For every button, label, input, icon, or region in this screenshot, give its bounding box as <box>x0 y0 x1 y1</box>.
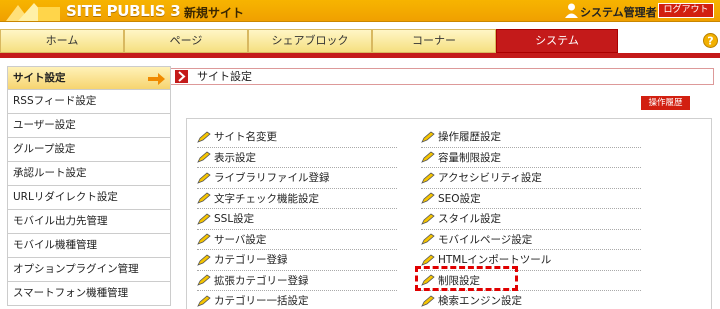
link-extended-category[interactable]: 拡張カテゴリー登録 <box>197 271 397 291</box>
link-label: 拡張カテゴリー登録 <box>214 274 309 287</box>
link-label: 表示設定 <box>214 151 256 164</box>
sidebar-item-label: サイト設定 <box>13 72 66 84</box>
settings-links-left: サイト名変更 表示設定 ライブラリファイル登録 文字チェック機能設定 SSL設定… <box>197 127 397 309</box>
breadcrumb-label: サイト設定 <box>197 70 252 83</box>
link-ssl[interactable]: SSL設定 <box>197 209 397 230</box>
pencil-icon <box>197 254 211 266</box>
arrow-right-icon <box>148 73 165 85</box>
sidebar-item-approval-route[interactable]: 承認ルート設定 <box>7 162 171 186</box>
pencil-icon <box>421 192 435 205</box>
sidebar-item-rss[interactable]: RSSフィード設定 <box>7 90 171 114</box>
pencil-icon <box>421 295 435 307</box>
user-icon <box>565 3 578 18</box>
pencil-icon <box>197 295 211 307</box>
pencil-icon <box>421 131 435 143</box>
link-display-settings[interactable]: 表示設定 <box>197 148 397 168</box>
sidebar-item-users[interactable]: ユーザー設定 <box>7 114 171 138</box>
operation-history-button[interactable]: 操作履歴 <box>641 96 690 110</box>
link-library-file[interactable]: ライブラリファイル登録 <box>197 168 397 189</box>
logo-text: SITE PUBLIS 3 <box>66 2 181 20</box>
pencil-icon <box>197 233 211 246</box>
link-label: カテゴリー登録 <box>214 254 288 267</box>
sidebar-item-groups[interactable]: グループ設定 <box>7 138 171 162</box>
tab-page[interactable]: ページ <box>124 29 248 53</box>
main-nav: ホーム ページ シェアブロック コーナー システム <box>0 29 720 54</box>
link-label: 容量制限設定 <box>438 151 501 164</box>
sidebar-item-smartphone-models[interactable]: スマートフォン機種管理 <box>7 282 171 306</box>
nav-divider <box>0 53 720 58</box>
sidebar-item-site-settings[interactable]: サイト設定 <box>7 66 171 90</box>
link-label: SEO設定 <box>438 192 481 205</box>
pencil-icon <box>421 172 435 184</box>
pencil-icon <box>197 192 211 205</box>
sidebar: サイト設定 RSSフィード設定 ユーザー設定 グループ設定 承認ルート設定 UR… <box>7 66 171 306</box>
pencil-icon <box>421 213 435 225</box>
sidebar-item-mobile-models[interactable]: モバイル機種管理 <box>7 234 171 258</box>
link-label: HTMLインポートツール <box>438 254 552 267</box>
link-label: サーバ設定 <box>214 233 267 246</box>
site-name: 新規サイト <box>184 6 245 20</box>
link-label: スタイル設定 <box>438 213 501 226</box>
link-seo[interactable]: SEO設定 <box>421 189 641 209</box>
app-header: SITE PUBLIS 3 新規サイト システム管理者 ログアウト <box>0 0 720 22</box>
link-category-register[interactable]: カテゴリー登録 <box>197 250 397 271</box>
pencil-icon <box>197 151 211 164</box>
help-icon[interactable]: ? <box>703 33 718 48</box>
logout-button[interactable]: ログアウト <box>658 3 714 18</box>
sidebar-item-mobile-output[interactable]: モバイル出力先管理 <box>7 210 171 234</box>
link-category-bulk[interactable]: カテゴリー一括設定 <box>197 291 397 309</box>
link-label: 文字チェック機能設定 <box>214 192 319 205</box>
link-label: 操作履歴設定 <box>438 131 501 144</box>
tab-corner[interactable]: コーナー <box>372 29 496 53</box>
link-style[interactable]: スタイル設定 <box>421 209 641 230</box>
link-label: 検索エンジン設定 <box>438 295 522 308</box>
pencil-icon <box>197 274 211 287</box>
sidebar-item-option-plugins[interactable]: オプションプラグイン管理 <box>7 258 171 282</box>
link-mobile-page[interactable]: モバイルページ設定 <box>421 230 641 250</box>
svg-text:?: ? <box>707 35 713 48</box>
pencil-icon <box>421 151 435 164</box>
pencil-icon <box>197 131 211 143</box>
pencil-icon <box>197 172 211 184</box>
link-text-check[interactable]: 文字チェック機能設定 <box>197 189 397 209</box>
tab-share-block[interactable]: シェアブロック <box>248 29 372 53</box>
user-name: システム管理者 <box>580 6 657 19</box>
chevron-right-icon <box>175 70 188 83</box>
link-operation-history-settings[interactable]: 操作履歴設定 <box>421 127 641 148</box>
link-label: ライブラリファイル登録 <box>214 172 330 185</box>
link-site-name-change[interactable]: サイト名変更 <box>197 127 397 148</box>
tab-home[interactable]: ホーム <box>0 29 124 53</box>
pencil-icon <box>421 254 435 266</box>
link-search-engine[interactable]: 検索エンジン設定 <box>421 291 641 309</box>
pencil-icon <box>421 233 435 246</box>
link-label: サイト名変更 <box>214 131 277 144</box>
sidebar-item-url-redirect[interactable]: URLリダイレクト設定 <box>7 186 171 210</box>
logo-icon <box>6 3 60 21</box>
link-label: カテゴリー一括設定 <box>214 295 309 308</box>
tab-system[interactable]: システム <box>496 29 618 53</box>
link-capacity-limit[interactable]: 容量制限設定 <box>421 148 641 168</box>
link-accessibility[interactable]: アクセシビリティ設定 <box>421 168 641 189</box>
link-label: アクセシビリティ設定 <box>438 172 542 185</box>
link-label: SSL設定 <box>214 213 255 226</box>
breadcrumb: サイト設定 <box>171 68 714 85</box>
link-label: モバイルページ設定 <box>438 233 533 246</box>
highlight-annotation <box>415 266 518 291</box>
link-server[interactable]: サーバ設定 <box>197 230 397 250</box>
pencil-icon <box>197 213 211 225</box>
